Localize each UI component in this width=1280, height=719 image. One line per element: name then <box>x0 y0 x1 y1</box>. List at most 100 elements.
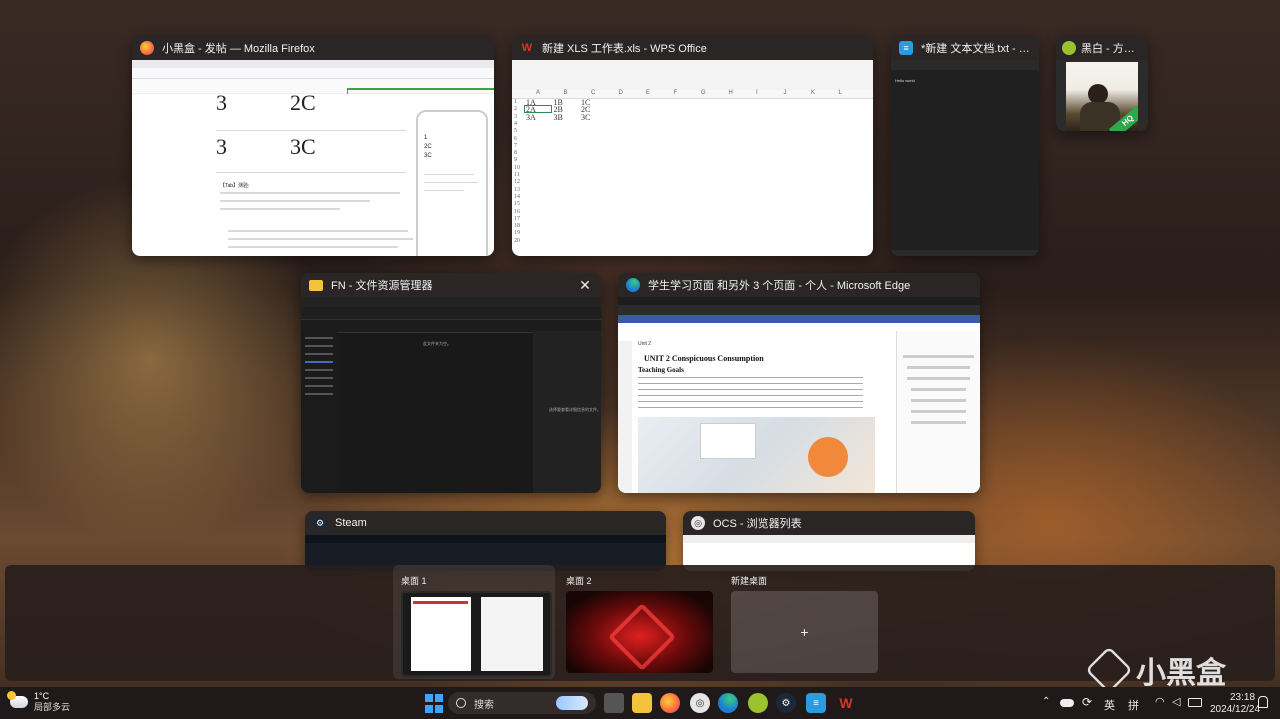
row-number[interactable]: 6 <box>514 136 517 142</box>
tray-chevron-up-icon[interactable]: ⌃ <box>1042 696 1050 707</box>
row-number[interactable]: 18 <box>514 223 520 229</box>
row-number[interactable]: 16 <box>514 209 520 215</box>
section-heading: 【Tab】测验: <box>220 183 250 189</box>
content-text: 3 <box>216 90 227 115</box>
window-title: Steam <box>335 517 367 529</box>
ime-pinyin[interactable]: 拼 <box>1128 697 1139 713</box>
content-text: 3C <box>290 134 316 159</box>
row-number[interactable]: 19 <box>514 230 520 236</box>
notepad-icon[interactable]: ≡ <box>806 693 826 713</box>
volume-icon[interactable]: ◁ <box>1172 695 1180 708</box>
window-preview: 3 2C 3 3C 【Tab】测验: 1 2C 3C <box>132 60 494 256</box>
cell[interactable]: 3B <box>554 113 563 122</box>
row-number[interactable]: 20 <box>514 238 520 244</box>
clock-time[interactable]: 23:18 <box>1230 692 1255 703</box>
wps-icon[interactable]: W <box>836 693 856 713</box>
edge-icon[interactable] <box>718 693 738 713</box>
window-title: 黑白 - 方大同 <box>1081 43 1142 55</box>
onedrive-cloud-icon[interactable] <box>1060 699 1074 707</box>
window-steam[interactable]: ⚙ Steam <box>305 511 666 571</box>
column-header[interactable]: L <box>839 90 842 96</box>
row-number[interactable]: 17 <box>514 216 520 222</box>
clock-date[interactable]: 2024/12/24 <box>1210 704 1260 715</box>
search-icon <box>456 698 466 708</box>
column-header[interactable]: B <box>564 90 568 96</box>
notepad-content: Hello world <box>895 78 915 83</box>
window-edge[interactable]: 学生学习页面 和另外 3 个页面 - 个人 - Microsoft Edge U… <box>618 273 980 493</box>
row-number[interactable]: 15 <box>514 201 520 207</box>
empty-folder-text: 此文件夹为空。 <box>423 341 451 346</box>
row-number[interactable]: 1 <box>514 99 517 105</box>
content-text: 2C <box>290 90 316 115</box>
column-header[interactable]: D <box>619 90 623 96</box>
new-desktop-button[interactable]: + <box>731 591 878 673</box>
row-number[interactable]: 12 <box>514 179 520 185</box>
music-app-icon <box>1062 41 1076 55</box>
content-text: 3 <box>216 134 227 159</box>
wifi-icon[interactable]: ◠ <box>1155 695 1165 708</box>
window-title-bar: 小黑盒 - 发帖 — Mozilla Firefox <box>132 36 494 60</box>
desktop-2-preview <box>566 591 713 673</box>
taskbar: 1°C 局部多云 搜索 ◎ ⚙ ≡ W ⌃ ⟳ 英 拼 ◠ ◁ 23:18 20… <box>0 687 1280 719</box>
steam-icon[interactable]: ⚙ <box>776 693 796 713</box>
task-view-icon[interactable] <box>604 693 624 713</box>
file-explorer-icon[interactable] <box>632 693 652 713</box>
row-number[interactable]: 11 <box>514 172 520 178</box>
search-box[interactable]: 搜索 <box>448 692 596 714</box>
column-header[interactable]: K <box>811 90 815 96</box>
row-number[interactable]: 5 <box>514 128 517 134</box>
music-app-icon[interactable] <box>748 693 768 713</box>
row-number[interactable]: 4 <box>514 121 517 127</box>
folder-icon <box>309 279 323 291</box>
firefox-icon <box>140 41 154 55</box>
virtual-desktops-panel: 桌面 1 桌面 2 新建桌面 + <box>5 565 1275 681</box>
plus-icon: + <box>800 624 809 640</box>
desktop-1[interactable]: 桌面 1 <box>393 565 555 679</box>
course-image <box>638 417 875 493</box>
row-number[interactable]: 10 <box>514 165 520 171</box>
notepad-icon: ≡ <box>899 41 913 55</box>
watermark: 小黑盒 <box>1085 646 1226 694</box>
row-number[interactable]: 3 <box>514 114 517 120</box>
window-ocs[interactable]: ◎ OCS - 浏览器列表 <box>683 511 975 571</box>
selected-cell <box>524 105 552 113</box>
window-preview: 此文件夹为空。 选择要查看详细信息的文件。 <box>301 297 601 493</box>
cell[interactable]: 3A <box>526 113 536 122</box>
row-number[interactable]: 14 <box>514 194 520 200</box>
row-number[interactable]: 2 <box>514 106 517 112</box>
notification-bell-icon[interactable] <box>1258 696 1268 708</box>
window-firefox[interactable]: 小黑盒 - 发帖 — Mozilla Firefox 3 2C 3 3C 【Ta… <box>132 36 494 256</box>
column-header[interactable]: F <box>674 90 678 96</box>
weather-cloud-icon <box>7 691 28 708</box>
ime-english[interactable]: 英 <box>1104 697 1115 713</box>
column-header[interactable]: C <box>591 90 595 96</box>
row-number[interactable]: 7 <box>514 143 517 149</box>
row-number[interactable]: 13 <box>514 187 520 193</box>
weather-desc: 局部多云 <box>34 702 71 712</box>
window-music[interactable]: 黑白 - 方大同 HQ <box>1056 36 1148 131</box>
desktop-2[interactable]: 桌面 2 <box>558 565 720 679</box>
start-windows-icon[interactable] <box>424 693 444 713</box>
page-unit: Unit 2 <box>638 341 652 347</box>
firefox-icon[interactable] <box>660 693 680 713</box>
column-header[interactable]: J <box>784 90 787 96</box>
column-header[interactable]: G <box>701 90 706 96</box>
sync-icon[interactable]: ⟳ <box>1082 695 1092 709</box>
column-header[interactable]: A <box>536 90 540 96</box>
edge-icon <box>626 278 640 292</box>
window-wps[interactable]: W 新建 XLS 工作表.xls - WPS Office A B C D E F G H I J… <box>512 36 873 256</box>
window-notepad[interactable]: ≡ *新建 文本文档.txt - Notepad Hello world <box>891 36 1039 256</box>
weather-widget[interactable]: 1°C 局部多云 <box>7 691 71 713</box>
column-header[interactable]: H <box>729 90 733 96</box>
battery-icon[interactable] <box>1188 698 1202 707</box>
close-icon[interactable]: ✕ <box>577 277 593 293</box>
cell[interactable]: 3C <box>581 113 590 122</box>
new-desktop[interactable]: 新建桌面 + <box>723 565 885 679</box>
row-number[interactable]: 9 <box>514 157 517 163</box>
column-header[interactable]: I <box>756 90 758 96</box>
row-number[interactable]: 8 <box>514 150 517 156</box>
window-explorer[interactable]: FN - 文件资源管理器 ✕ 此文件夹为空。 选择要查看详细信息的文件。 <box>301 273 601 493</box>
column-header[interactable]: E <box>646 90 650 96</box>
window-title: *新建 文本文档.txt - Notepad <box>921 43 1031 55</box>
ocs-icon[interactable]: ◎ <box>690 693 710 713</box>
